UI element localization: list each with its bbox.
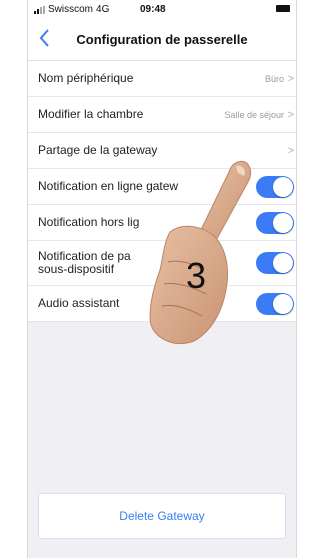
audio-assistant-toggle[interactable]	[256, 292, 294, 315]
row-value: Salle de séjour	[224, 109, 284, 120]
toggle-knob	[273, 212, 293, 233]
row-offline-notification: Notification hors lig	[28, 205, 296, 241]
chevron-right-icon: >	[287, 108, 294, 121]
status-time: 09:48	[140, 4, 166, 15]
chevron-right-icon: >	[287, 72, 294, 85]
offline-notification-toggle[interactable]	[256, 211, 294, 234]
row-gateway-sharing[interactable]: Partage de la gateway >	[28, 133, 296, 169]
subdevice-notification-toggle[interactable]	[256, 252, 294, 274]
row-label: Partage de la gateway	[38, 143, 158, 157]
toggle-knob	[273, 176, 293, 197]
phone-screen: Swisscom 4G 09:48 Configuration de passe…	[27, 0, 297, 558]
toggle-knob	[273, 293, 293, 314]
row-device-name[interactable]: Nom périphérique Büro >	[28, 61, 296, 97]
chevron-right-icon: >	[287, 144, 294, 157]
status-left: Swisscom 4G	[34, 4, 109, 15]
row-label: Audio assistant	[38, 296, 120, 310]
row-label: Nom périphérique	[38, 71, 134, 85]
row-label: Notification de pa sous-dispositif	[38, 249, 131, 276]
battery-icon	[276, 5, 290, 12]
signal-icon	[34, 5, 45, 14]
page-title: Configuration de passerelle	[76, 32, 248, 47]
row-modify-room[interactable]: Modifier la chambre Salle de séjour >	[28, 97, 296, 133]
nav-bar: Configuration de passerelle	[28, 20, 296, 61]
row-label: Notification hors lig	[38, 215, 140, 229]
row-label: Modifier la chambre	[38, 107, 144, 121]
toggle-knob	[273, 253, 293, 273]
row-value: Büro	[264, 73, 284, 84]
network-label: 4G	[96, 4, 110, 15]
online-notification-toggle[interactable]	[256, 175, 294, 198]
delete-gateway-button[interactable]: Delete Gateway	[38, 493, 286, 539]
carrier-label: Swisscom	[48, 4, 94, 15]
row-audio-assistant: Audio assistant	[28, 286, 296, 322]
row-label: Notification en ligne gatew	[38, 179, 179, 193]
row-subdevice-notification: Notification de pa sous-dispositif	[28, 241, 296, 286]
status-bar: Swisscom 4G 09:48	[28, 0, 296, 20]
row-online-notification: Notification en ligne gatew	[28, 169, 296, 205]
settings-list: Nom périphérique Büro > Modifier la cham…	[28, 61, 296, 322]
